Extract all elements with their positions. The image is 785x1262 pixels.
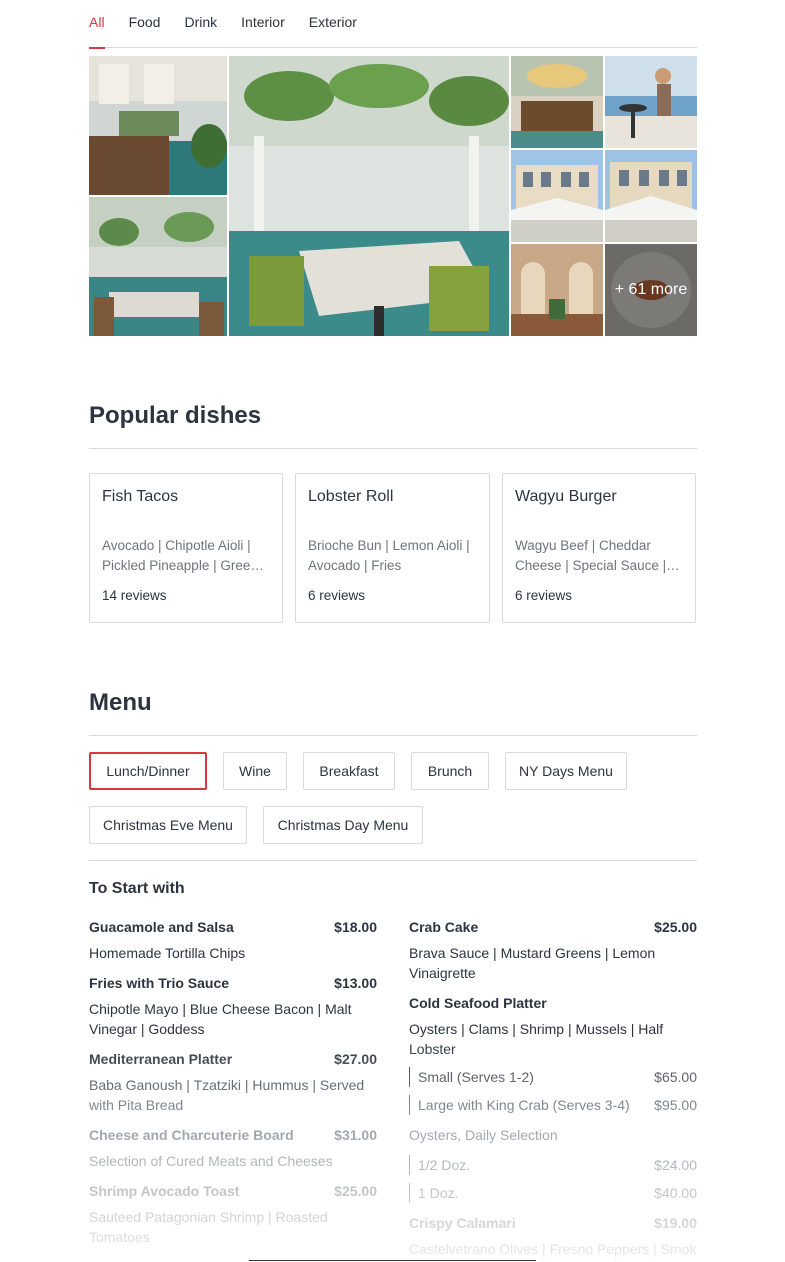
- menu-item-name: Oysters, Daily Selection: [409, 1127, 558, 1143]
- scroll-indicator: [249, 1260, 536, 1261]
- menu-item-name: Cheese and Charcuterie Board: [89, 1127, 294, 1143]
- dish-name: Fish Tacos: [102, 488, 179, 505]
- menu-item: Oysters, Daily Selection 1/2 Doz. $24.00 …: [409, 1123, 697, 1203]
- menu-item-price: $25.00: [334, 1183, 377, 1199]
- dish-description: Wagyu Beef | Cheddar Cheese | Special Sa…: [515, 538, 667, 573]
- photo-exterior-2[interactable]: [605, 150, 697, 242]
- photo-tab-exterior[interactable]: Exterior: [309, 0, 357, 48]
- photo-interior-1[interactable]: [89, 56, 227, 195]
- photo-interior-2[interactable]: [89, 197, 227, 336]
- variant-price: $95.00: [654, 1097, 697, 1113]
- menu-item: Cheese and Charcuterie Board $31.00 Selec…: [89, 1123, 377, 1171]
- photo-bar[interactable]: [511, 56, 603, 148]
- menu-item-name: Fries with Trio Sauce: [89, 975, 230, 991]
- menu-item-name: Mediterranean Platter: [89, 1051, 233, 1067]
- variant-label: Small (Serves 1-2): [418, 1069, 534, 1085]
- dish-review-count: 14 reviews: [102, 588, 167, 603]
- menu-item: Mediterranean Platter $27.00 Baba Ganoush…: [89, 1047, 377, 1115]
- menu-title: Menu: [89, 689, 697, 736]
- dish-review-count: 6 reviews: [308, 588, 366, 603]
- menu-tab-christmas-day[interactable]: Christmas Day Menu: [263, 806, 423, 844]
- menu-item-price: $19.00: [654, 1215, 697, 1231]
- menu-item: Shrimp Avocado Toast $25.00 Sauteed Patag…: [89, 1179, 377, 1247]
- photo-tab-food[interactable]: Food: [129, 0, 161, 48]
- menu-item-price: $13.00: [334, 975, 377, 991]
- menu-item-name: Crispy Calamari: [409, 1215, 516, 1231]
- variant-label: 1/2 Doz.: [418, 1157, 471, 1173]
- menu-item-price: $31.00: [334, 1127, 377, 1143]
- menu-tab-lunch-dinner[interactable]: Lunch/Dinner: [89, 752, 207, 790]
- menu-item: Fries with Trio Sauce $13.00 Chipotle May…: [89, 971, 377, 1039]
- menu-column-left: Guacamole and Salsa $18.00 Homemade Torti…: [89, 915, 377, 1255]
- menu-item-description: Baba Ganoush | Tzatziki | Hummus | Serve…: [89, 1077, 365, 1113]
- menu-item-name: Shrimp Avocado Toast: [89, 1183, 240, 1199]
- menu-item-variant: 1/2 Doz. $24.00: [409, 1155, 697, 1175]
- photo-category-tabs: All Food Drink Interior Exterior: [89, 0, 697, 49]
- menu-tab-christmas-eve[interactable]: Christmas Eve Menu: [89, 806, 247, 844]
- photo-exterior-1[interactable]: [511, 150, 603, 242]
- menu-item-description: Castelvetrano Olives | Fresno Peppers | …: [409, 1241, 697, 1257]
- menu-item-variant: 1 Doz. $40.00: [409, 1183, 697, 1203]
- menu-tab-breakfast[interactable]: Breakfast: [303, 752, 395, 790]
- dish-card-lobster-roll[interactable]: Lobster Roll Brioche Bun | Lemon Aioli |…: [295, 473, 490, 623]
- menu-item-price: $25.00: [654, 919, 697, 935]
- menu-item-description: Brava Sauce | Mustard Greens | Lemon Vin…: [409, 945, 656, 981]
- menu-column-right: Crab Cake $25.00 Brava Sauce | Mustard Gr…: [409, 915, 697, 1262]
- photo-more[interactable]: + 61 more: [605, 244, 697, 336]
- menu-item-variant: Large with King Crab (Serves 3-4) $95.00: [409, 1095, 697, 1115]
- menu-item: Cold Seafood Platter Oysters | Clams | S…: [409, 991, 697, 1115]
- menu-item-description: Homemade Tortilla Chips: [89, 945, 246, 961]
- menu-item-description: Oysters | Clams | Shrimp | Mussels | Hal…: [409, 1021, 664, 1057]
- menu-item: Crab Cake $25.00 Brava Sauce | Mustard Gr…: [409, 915, 697, 983]
- dish-review-count: 6 reviews: [515, 588, 573, 603]
- variant-label: 1 Doz.: [418, 1185, 459, 1201]
- menu-tab-brunch[interactable]: Brunch: [411, 752, 489, 790]
- variant-price: $65.00: [654, 1069, 697, 1085]
- photo-tab-interior[interactable]: Interior: [241, 0, 285, 48]
- dish-description: Brioche Bun | Lemon Aioli | Avocado | Fr…: [308, 538, 470, 573]
- photo-gallery: + 61 more: [89, 56, 697, 336]
- photo-dining-room[interactable]: [511, 244, 603, 336]
- dish-name: Wagyu Burger: [515, 488, 617, 505]
- dish-name: Lobster Roll: [308, 488, 394, 505]
- menu-item-description: Selection of Cured Meats and Cheeses: [89, 1153, 333, 1169]
- variant-price: $40.00: [654, 1185, 697, 1201]
- photo-interior-main[interactable]: [229, 56, 509, 336]
- menu-item-description: Chipotle Mayo | Blue Cheese Bacon | Malt…: [89, 1001, 352, 1037]
- more-photos-label: + 61 more: [605, 244, 697, 336]
- photo-tab-drink[interactable]: Drink: [184, 0, 217, 48]
- menu-item-description: Sauteed Patagonian Shrimp | Roasted Toma…: [89, 1209, 328, 1245]
- dish-card-fish-tacos[interactable]: Fish Tacos Avocado | Chipotle Aioli | Pi…: [89, 473, 283, 623]
- variant-price: $24.00: [654, 1157, 697, 1173]
- menu-item: Crispy Calamari $19.00 Castelvetrano Oliv…: [409, 1211, 697, 1259]
- dish-card-wagyu-burger[interactable]: Wagyu Burger Wagyu Beef | Cheddar Cheese…: [502, 473, 696, 623]
- menu-item-price: $27.00: [334, 1051, 377, 1067]
- variant-label: Large with King Crab (Serves 3-4): [418, 1097, 630, 1113]
- dish-description: Avocado | Chipotle Aioli | Pickled Pinea…: [102, 538, 258, 573]
- menu-item-name: Crab Cake: [409, 919, 479, 935]
- menu-section-title: To Start with: [89, 880, 185, 897]
- menu-item-name: Guacamole and Salsa: [89, 919, 234, 935]
- menu-item-price: $18.00: [334, 919, 377, 935]
- popular-dishes-title: Popular dishes: [89, 402, 697, 449]
- menu-item-variant: Small (Serves 1-2) $65.00: [409, 1067, 697, 1087]
- menu-divider: [89, 860, 697, 861]
- photo-guest[interactable]: [605, 56, 697, 148]
- menu-tab-wine[interactable]: Wine: [223, 752, 287, 790]
- photo-tab-all[interactable]: All: [89, 0, 105, 49]
- menu-item-name: Cold Seafood Platter: [409, 995, 547, 1011]
- menu-item: Guacamole and Salsa $18.00 Homemade Torti…: [89, 915, 377, 963]
- menu-tab-ny-days[interactable]: NY Days Menu: [505, 752, 627, 790]
